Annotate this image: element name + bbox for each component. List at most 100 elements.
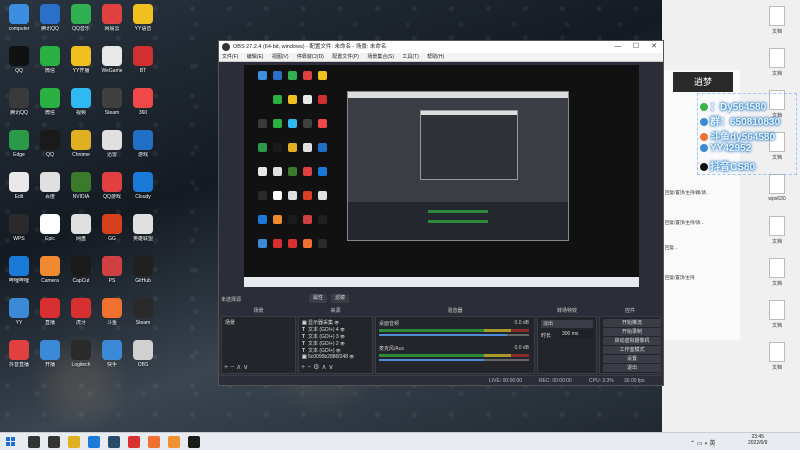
desktop-icon[interactable]: QQ bbox=[2, 46, 36, 74]
add-icon[interactable]: + bbox=[224, 364, 228, 371]
source-item[interactable]: T 文本 (GDI+) 4 👁 bbox=[302, 326, 345, 333]
file-icon[interactable]: 文档 bbox=[762, 6, 792, 35]
clock[interactable]: 23:45 2022/6/9 bbox=[748, 434, 767, 446]
start-streaming-button[interactable]: 开始推流 bbox=[603, 319, 661, 327]
desktop-icon[interactable]: QQ bbox=[33, 130, 67, 158]
menu-profile[interactable]: 配置文件(P) bbox=[332, 54, 359, 60]
start-recording-button[interactable]: 开始录制 bbox=[603, 328, 661, 336]
desktop-icon[interactable]: 虎牙 bbox=[64, 298, 98, 326]
explorer-icon[interactable] bbox=[68, 436, 80, 448]
studio-mode-button[interactable]: 工作室模式 bbox=[603, 346, 661, 354]
desktop-icon[interactable]: 游戏 bbox=[126, 130, 160, 158]
desktop-icon[interactable]: QQ游戏 bbox=[95, 172, 129, 200]
desktop-icon[interactable]: GG bbox=[95, 214, 129, 242]
desktop-icon[interactable]: YY语音 bbox=[126, 4, 160, 32]
desktop-icon[interactable]: 腾讯QQ bbox=[33, 4, 67, 32]
desktop-icon[interactable]: Epic bbox=[33, 214, 67, 242]
desktop-icon[interactable]: Camera bbox=[33, 256, 67, 284]
visibility-icon[interactable]: 👁 bbox=[339, 327, 345, 332]
remove-icon[interactable]: − bbox=[230, 364, 234, 371]
desktop-icon[interactable]: Edge bbox=[2, 130, 36, 158]
desktop-icon[interactable]: Chrome bbox=[64, 130, 98, 158]
file-icon[interactable]: 文档 bbox=[762, 258, 792, 287]
source-item[interactable]: T 文本 (GDI+) 2 👁 bbox=[302, 340, 345, 347]
obs-icon[interactable] bbox=[188, 436, 200, 448]
source-item[interactable]: ▣5c0095b2886f248 👁 bbox=[302, 354, 354, 360]
desktop-icon[interactable]: NVIDIA bbox=[64, 172, 98, 200]
menu-help[interactable]: 帮助(H) bbox=[427, 54, 444, 60]
desktop-icon[interactable]: 百度 bbox=[33, 172, 67, 200]
menu-scene-collection[interactable]: 场景集合(S) bbox=[367, 54, 394, 60]
gear-icon[interactable]: ⚙ bbox=[313, 364, 319, 371]
minimize-icon[interactable]: — bbox=[609, 41, 627, 53]
desktop-icon[interactable]: PS bbox=[95, 256, 129, 284]
visibility-icon[interactable]: 👁 bbox=[335, 348, 341, 353]
menu-view[interactable]: 视图(V) bbox=[272, 54, 289, 60]
windows-start-icon[interactable] bbox=[6, 437, 16, 447]
file-icon[interactable]: 文档 bbox=[762, 48, 792, 77]
desktop-icon[interactable]: Cloudy bbox=[126, 172, 160, 200]
down-icon[interactable]: ∨ bbox=[328, 364, 333, 371]
file-icon[interactable]: 文档 bbox=[762, 342, 792, 371]
tray-icons[interactable]: ⌃ ▭ ◖ 英 bbox=[690, 438, 715, 447]
scene-item[interactable]: 场景 bbox=[225, 319, 235, 326]
desktop-icon[interactable]: 开播 bbox=[33, 340, 67, 368]
file-icon[interactable]: 文档 bbox=[762, 216, 792, 245]
duration-input[interactable]: 300 ms bbox=[560, 330, 593, 338]
source-item[interactable]: T 文本 (GDI+) 3 👁 bbox=[302, 333, 345, 340]
desktop-icon[interactable]: computer bbox=[2, 4, 36, 32]
maximize-icon[interactable]: ☐ bbox=[627, 41, 645, 53]
desktop-icon[interactable]: 网盘 bbox=[64, 214, 98, 242]
file-icon[interactable]: wps630 bbox=[762, 174, 792, 202]
desktop-icon[interactable]: YY开播 bbox=[64, 46, 98, 74]
steam-icon[interactable] bbox=[108, 436, 120, 448]
desktop-icon[interactable]: 迅雷 bbox=[95, 130, 129, 158]
obs-window[interactable]: OBS 27.2.4 (64-bit, windows) - 配置文件: 未命名… bbox=[218, 40, 664, 386]
transition-select[interactable]: 淡出 bbox=[541, 320, 593, 328]
desktop-icon[interactable]: Steam bbox=[95, 88, 129, 116]
menu-docks[interactable]: 停靠窗口(D) bbox=[297, 54, 324, 60]
desktop-icon[interactable]: WeGame bbox=[95, 46, 129, 74]
desktop-icon[interactable]: GitHub bbox=[126, 256, 160, 284]
desktop-icon[interactable]: Edit bbox=[2, 172, 36, 200]
desktop-icon[interactable]: 英雄联盟 bbox=[126, 214, 160, 242]
desktop-icon[interactable]: 腾讯QQ bbox=[2, 88, 36, 116]
desktop-icon[interactable]: Logitech bbox=[64, 340, 98, 368]
desktop-icon[interactable]: QQ音乐 bbox=[64, 4, 98, 32]
desktop-icon[interactable]: 视频 bbox=[64, 88, 98, 116]
up-icon[interactable]: ∧ bbox=[321, 364, 326, 371]
virtual-camera-button[interactable]: 启动虚拟摄像机 bbox=[603, 337, 661, 345]
file-icon[interactable]: 文档 bbox=[762, 300, 792, 329]
desktop-icon[interactable]: 微信 bbox=[33, 88, 67, 116]
add-icon[interactable]: + bbox=[301, 364, 305, 371]
menu-edit[interactable]: 编辑(E) bbox=[247, 54, 264, 60]
filters-button[interactable]: 滤镜 bbox=[331, 294, 349, 303]
search-icon[interactable] bbox=[28, 436, 40, 448]
volume-slider[interactable] bbox=[379, 359, 529, 361]
app1-icon[interactable] bbox=[128, 436, 140, 448]
volume-slider[interactable] bbox=[379, 334, 529, 336]
desktop-icon[interactable]: BT bbox=[126, 46, 160, 74]
desktop-icon[interactable]: 快手 bbox=[95, 340, 129, 368]
taskview-icon[interactable] bbox=[48, 436, 60, 448]
settings-button[interactable]: 设置 bbox=[603, 355, 661, 363]
close-icon[interactable]: ✕ bbox=[645, 41, 663, 53]
up-icon[interactable]: ∧ bbox=[236, 364, 241, 371]
source-item[interactable]: ▣显示器采集 👁 bbox=[302, 319, 339, 326]
menu-tools[interactable]: 工具(T) bbox=[402, 54, 418, 60]
desktop-icon[interactable]: YY bbox=[2, 298, 36, 326]
desktop-icon[interactable]: 斗鱼 bbox=[95, 298, 129, 326]
app3-icon[interactable] bbox=[168, 436, 180, 448]
visibility-icon[interactable]: 👁 bbox=[339, 341, 345, 346]
properties-button[interactable]: 属性 bbox=[309, 294, 327, 303]
app2-icon[interactable] bbox=[148, 436, 160, 448]
visibility-icon[interactable]: 👁 bbox=[339, 334, 345, 339]
obs-titlebar[interactable]: OBS 27.2.4 (64-bit, windows) - 配置文件: 未命名… bbox=[219, 41, 663, 53]
desktop-icon[interactable]: 抖音直播 bbox=[2, 340, 36, 368]
desktop-icon[interactable]: 直播 bbox=[33, 298, 67, 326]
down-icon[interactable]: ∨ bbox=[243, 364, 248, 371]
source-item[interactable]: T 文本 (GDI+) 👁 bbox=[302, 347, 341, 354]
desktop-icon[interactable]: 360 bbox=[126, 88, 160, 116]
preview-canvas[interactable] bbox=[244, 65, 639, 287]
visibility-icon[interactable]: 👁 bbox=[333, 320, 339, 325]
